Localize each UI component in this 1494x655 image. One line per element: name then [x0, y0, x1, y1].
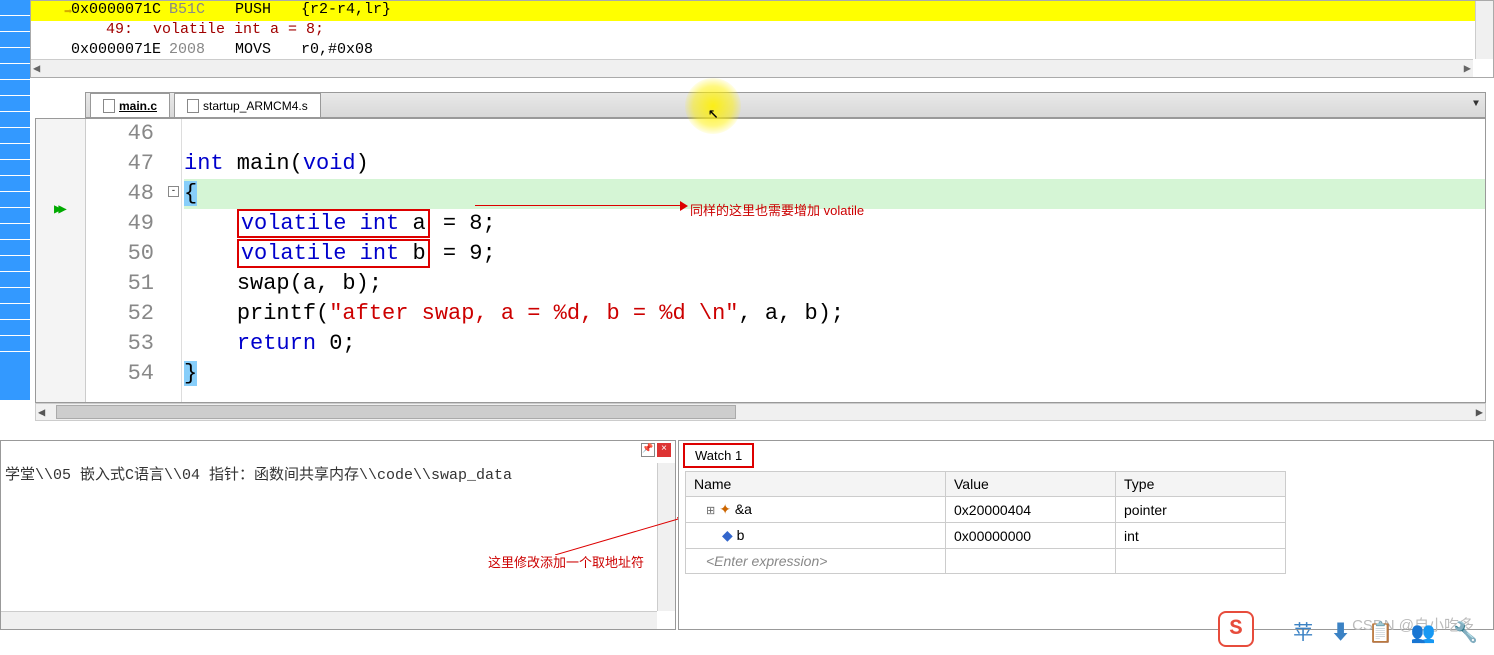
fold-column: -	[166, 119, 182, 402]
fold-toggle-icon[interactable]: -	[168, 186, 179, 197]
line-numbers: 46 47 48 49 50 51 52 53 54	[86, 119, 166, 402]
col-name[interactable]: Name	[686, 472, 946, 497]
cursor-icon: ↖	[708, 102, 719, 124]
tab-startup-s[interactable]: startup_ARMCM4.s	[174, 93, 321, 117]
tab-label: main.c	[119, 99, 157, 113]
code-line: int main(void)	[184, 149, 1485, 179]
code-line: volatile int b = 9;	[184, 239, 1485, 269]
watch-type: int	[1116, 523, 1286, 549]
tab-main-c[interactable]: main.c	[90, 93, 170, 117]
disasm-opcode: B51C	[169, 1, 205, 21]
enter-expression[interactable]: <Enter expression>	[686, 549, 946, 574]
code-editor[interactable]: ▶▶ 46 47 48 49 50 51 52 53 54 - int main…	[35, 118, 1486, 403]
watch-header-row: Name Value Type	[686, 472, 1286, 497]
close-icon[interactable]: ×	[657, 443, 671, 457]
scroll-thumb[interactable]	[56, 405, 736, 419]
annotation-box: volatile int b	[237, 239, 430, 268]
line-num: 50	[86, 239, 154, 269]
disassembly-panel[interactable]: ➡ 0x0000071C B51C PUSH {r2-r4,lr} 49: vo…	[30, 0, 1494, 78]
ime-icon[interactable]: S	[1218, 611, 1254, 647]
output-hscroll[interactable]	[1, 611, 657, 629]
watch-enter-row[interactable]: <Enter expression>	[686, 549, 1286, 574]
code-margin: ▶▶	[36, 119, 86, 402]
disasm-line[interactable]: 0x0000071E 2008 MOVS r0,#0x08	[31, 41, 1493, 61]
expand-icon[interactable]: ⊞	[706, 505, 715, 517]
code-content[interactable]: int main(void) { volatile int a = 8; vol…	[182, 119, 1485, 402]
scroll-left-icon[interactable]: ◀	[33, 61, 40, 76]
struct-icon: ✦	[719, 501, 735, 517]
watch-row[interactable]: ⊞ ✦ &a 0x20000404 pointer	[686, 497, 1286, 523]
watch-row[interactable]: ◆ b 0x00000000 int	[686, 523, 1286, 549]
tab-dropdown-icon[interactable]: ▼	[1473, 99, 1479, 110]
address-gutter	[0, 0, 30, 400]
annotation-text-1: 同样的这里也需要增加 volatile	[690, 200, 864, 219]
file-icon	[103, 99, 115, 113]
watch-value: 0x00000000	[946, 523, 1116, 549]
line-num: 47	[86, 149, 154, 179]
src-linenum: 49:	[106, 21, 133, 41]
line-num: 46	[86, 119, 154, 149]
src-text: volatile int a = 8;	[153, 21, 324, 41]
disasm-operands: r0,#0x08	[301, 41, 373, 61]
disasm-mnemonic: PUSH	[235, 1, 271, 21]
code-line: printf("after swap, a = %d, b = %d \n", …	[184, 299, 1485, 329]
disasm-operands: {r2-r4,lr}	[301, 1, 391, 21]
line-num: 49	[86, 209, 154, 239]
code-line	[184, 119, 1485, 149]
code-line: return 0;	[184, 329, 1485, 359]
tab-label: startup_ARMCM4.s	[203, 99, 308, 113]
scroll-left-icon[interactable]: ◀	[38, 405, 45, 420]
file-icon	[187, 99, 199, 113]
col-type[interactable]: Type	[1116, 472, 1286, 497]
exec-pointer-icon: ▶▶	[54, 201, 63, 218]
pin-icon[interactable]: 📌	[641, 443, 655, 457]
col-value[interactable]: Value	[946, 472, 1116, 497]
code-line: }	[184, 359, 1485, 389]
pc-arrow-icon: ➡	[64, 4, 72, 21]
tray-icons[interactable]: 苹 ⬇ 📋 👥 🔧	[1293, 616, 1484, 645]
scroll-right-icon[interactable]: ▶	[1476, 405, 1483, 420]
watch-type: pointer	[1116, 497, 1286, 523]
watch-tab[interactable]: Watch 1	[683, 443, 754, 468]
line-num: 54	[86, 359, 154, 389]
disasm-opcode: 2008	[169, 41, 205, 61]
watch-name: b	[737, 527, 745, 543]
var-icon: ◆	[722, 527, 737, 543]
disasm-address: 0x0000071C	[71, 1, 161, 21]
editor-hscroll[interactable]: ◀ ▶	[35, 403, 1486, 421]
annotation-arrow-2	[555, 515, 695, 555]
watch-name: &a	[735, 501, 752, 517]
line-num: 51	[86, 269, 154, 299]
line-num: 52	[86, 299, 154, 329]
annotation-box: volatile int a	[237, 209, 430, 238]
disasm-address: 0x0000071E	[71, 41, 161, 61]
line-num: 53	[86, 329, 154, 359]
disasm-mnemonic: MOVS	[235, 41, 271, 61]
editor-tabs: main.c startup_ARMCM4.s ▼	[85, 92, 1486, 118]
disasm-vscroll[interactable]	[1475, 1, 1493, 59]
code-line: swap(a, b);	[184, 269, 1485, 299]
line-num: 48	[86, 179, 154, 209]
watch-table: Name Value Type ⊞ ✦ &a 0x20000404 pointer…	[685, 471, 1286, 574]
disasm-hscroll[interactable]: ◀ ▶	[31, 59, 1473, 77]
scroll-right-icon[interactable]: ▶	[1464, 61, 1471, 76]
disasm-source-line[interactable]: 49: volatile int a = 8;	[31, 21, 1493, 41]
annotation-arrow-1	[475, 205, 685, 207]
disasm-line-current[interactable]: 0x0000071C B51C PUSH {r2-r4,lr}	[31, 1, 1493, 21]
watch-value: 0x20000404	[946, 497, 1116, 523]
watch-panel: Watch 1 Name Value Type ⊞ ✦ &a 0x20000404…	[678, 440, 1494, 630]
